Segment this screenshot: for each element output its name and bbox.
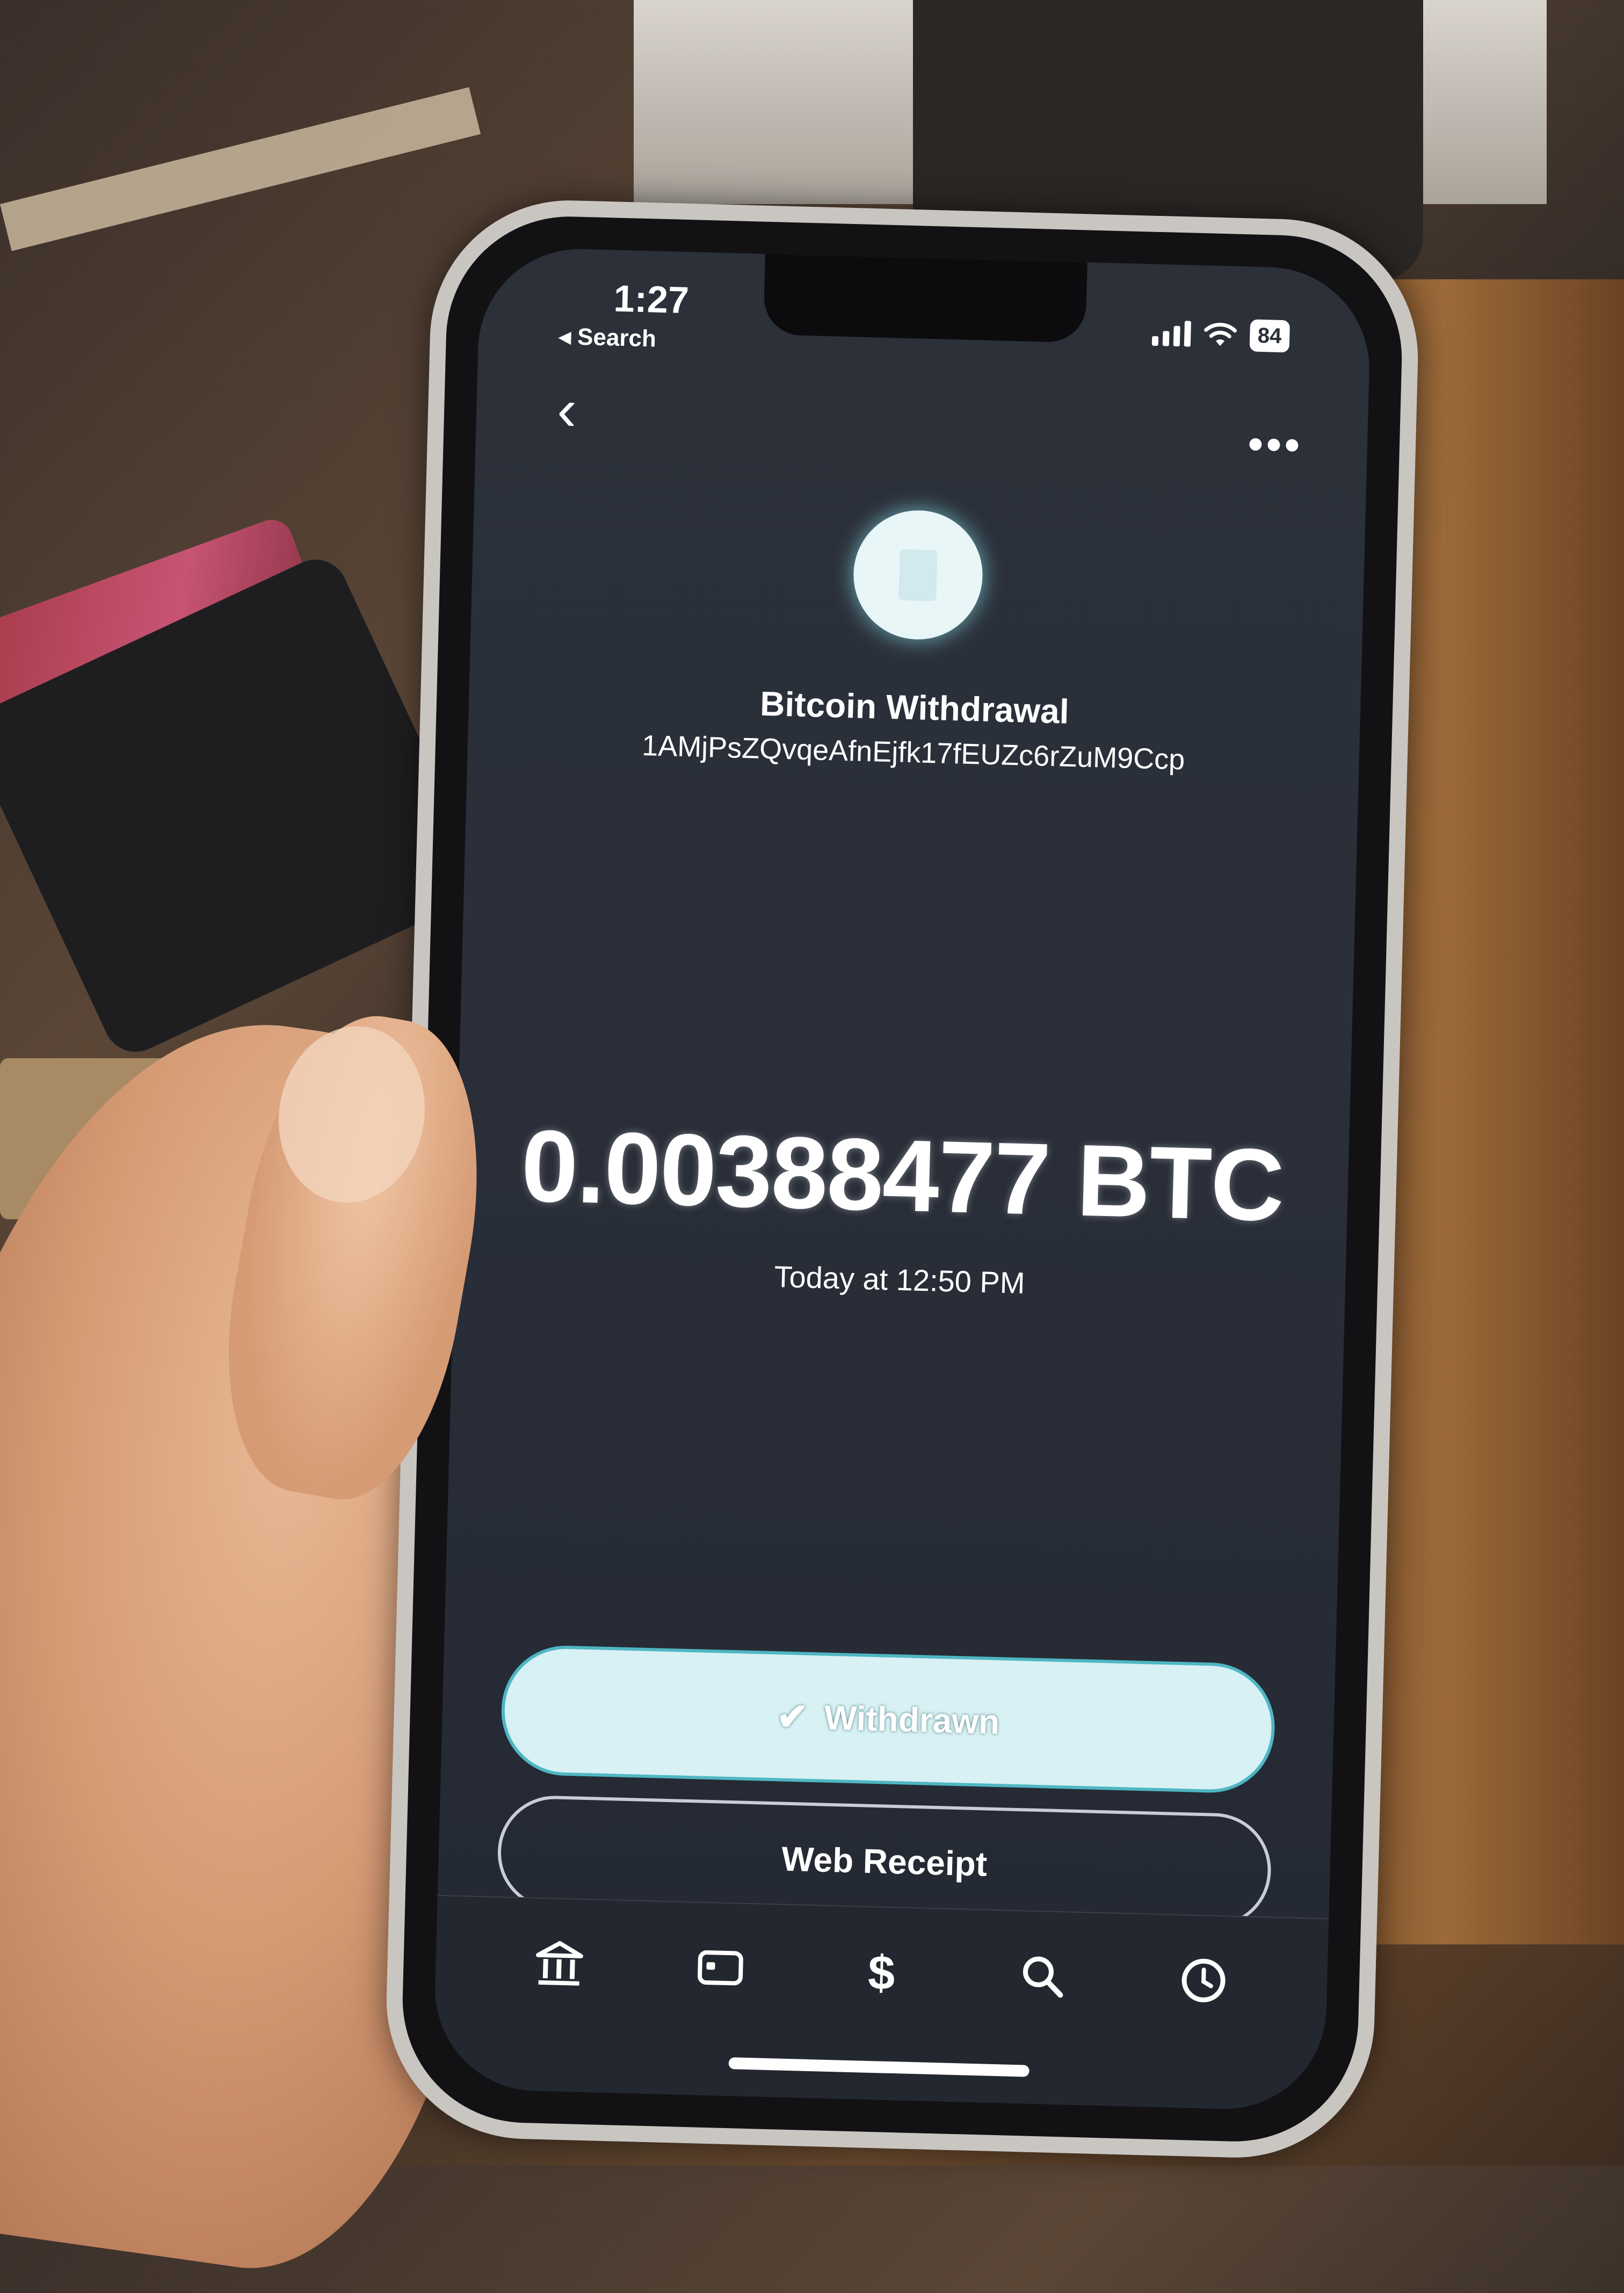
- tab-search[interactable]: [1010, 1943, 1076, 2009]
- tab-card[interactable]: [687, 1935, 753, 2001]
- transaction-timestamp: Today at 12:50 PM: [773, 1259, 1026, 1300]
- phone-frame: 1:27 ◂ Search 84 ‹ ••• Bitcoin Withdrawa…: [399, 213, 1405, 2145]
- status-time: 1:27: [613, 277, 690, 322]
- battery-indicator: 84: [1249, 319, 1291, 353]
- web-receipt-label: Web Receipt: [781, 1839, 988, 1884]
- wallet-icon: [898, 548, 938, 601]
- tab-banking[interactable]: [526, 1930, 592, 1997]
- withdrawn-label: Withdrawn: [823, 1698, 1001, 1742]
- wifi-icon: [1204, 322, 1237, 346]
- back-chevron-icon[interactable]: ‹: [556, 377, 601, 443]
- tab-money[interactable]: $: [849, 1939, 915, 2005]
- more-options-icon[interactable]: •••: [1248, 419, 1303, 469]
- background-shelf: [0, 87, 481, 251]
- checkmark-icon: ✔: [776, 1695, 809, 1738]
- cellular-signal-icon: [1151, 320, 1191, 347]
- bank-icon: [535, 1941, 583, 1986]
- activity-icon: [1181, 1958, 1226, 2002]
- back-to-search-link[interactable]: ◂ Search: [559, 323, 656, 353]
- dollar-icon: $: [867, 1946, 896, 2000]
- status-indicators: 84: [1151, 317, 1291, 353]
- search-icon: [1023, 1956, 1063, 1998]
- phone-screen: 1:27 ◂ Search 84 ‹ ••• Bitcoin Withdrawa…: [432, 246, 1372, 2112]
- tab-bar: $: [432, 1894, 1329, 2112]
- card-icon: [698, 1950, 743, 1986]
- notch: [763, 254, 1088, 343]
- bitcoin-avatar: [852, 509, 984, 641]
- transaction-amount: 0.00388477 BTC: [520, 1109, 1285, 1243]
- tab-activity[interactable]: [1171, 1948, 1237, 2014]
- withdrawn-button[interactable]: ✔ Withdrawn: [499, 1644, 1277, 1795]
- phone-case: 1:27 ◂ Search 84 ‹ ••• Bitcoin Withdrawa…: [383, 197, 1422, 2161]
- svg-text:$: $: [867, 1946, 896, 2000]
